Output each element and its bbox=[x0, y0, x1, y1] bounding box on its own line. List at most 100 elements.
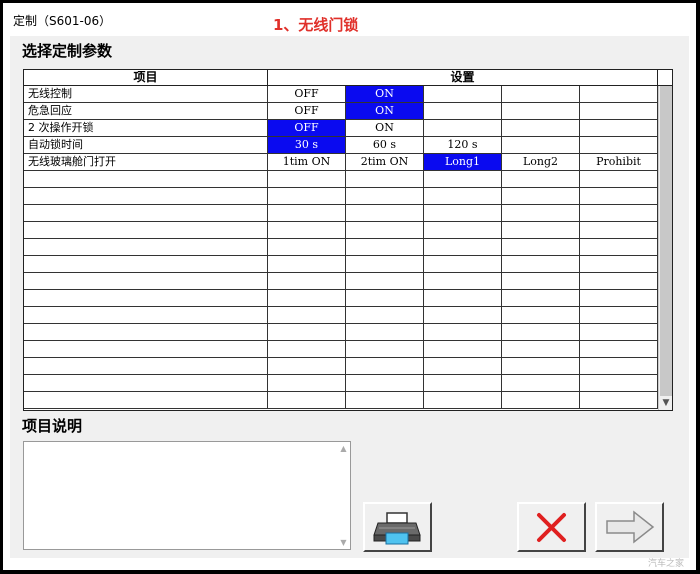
item-name-cell bbox=[24, 307, 268, 323]
option-cell bbox=[580, 222, 658, 238]
option-cell bbox=[268, 324, 346, 340]
print-button[interactable] bbox=[363, 502, 432, 552]
option-cell bbox=[346, 392, 424, 408]
table-row bbox=[24, 358, 658, 375]
dialog-body: 选择定制参数 项目 设置 无线控制 OFF ON 危急回应 OFF ON 2 次操作开锁 OF… bbox=[10, 36, 689, 558]
option-cell bbox=[424, 222, 502, 238]
option-cell bbox=[424, 256, 502, 272]
item-name-cell bbox=[24, 358, 268, 374]
header-corner bbox=[658, 70, 672, 86]
description-scrollbar[interactable]: ▲ ▼ bbox=[337, 442, 350, 549]
table-row: 危急回应 OFF ON bbox=[24, 103, 658, 120]
option-cell bbox=[580, 137, 658, 153]
scrollbar-thumb[interactable] bbox=[660, 86, 672, 396]
option-cell bbox=[502, 120, 580, 136]
option-cell bbox=[424, 120, 502, 136]
option-cell[interactable]: 60 s bbox=[346, 137, 424, 153]
option-cell[interactable]: 2tim ON bbox=[346, 154, 424, 170]
option-cell bbox=[580, 103, 658, 119]
option-cell bbox=[424, 341, 502, 357]
option-cell bbox=[424, 86, 502, 102]
item-name-cell bbox=[24, 290, 268, 306]
option-cell[interactable]: ON bbox=[346, 120, 424, 136]
table-row: 2 次操作开锁 OFF ON bbox=[24, 120, 658, 137]
option-cell[interactable]: 1tim ON bbox=[268, 154, 346, 170]
option-cell bbox=[580, 307, 658, 323]
option-cell bbox=[424, 188, 502, 204]
option-cell bbox=[580, 392, 658, 408]
option-cell bbox=[502, 86, 580, 102]
column-header-item: 项目 bbox=[24, 70, 268, 86]
option-cell bbox=[424, 392, 502, 408]
option-cell bbox=[502, 307, 580, 323]
option-cell bbox=[580, 375, 658, 391]
title-bar: 定制（S601-06） 1、无线门锁 bbox=[3, 3, 696, 36]
option-cell bbox=[346, 341, 424, 357]
option-cell[interactable]: OFF bbox=[268, 86, 346, 102]
vertical-scrollbar[interactable]: ▼ bbox=[658, 86, 672, 410]
option-cell bbox=[424, 324, 502, 340]
scroll-down-arrow-icon[interactable]: ▼ bbox=[337, 538, 350, 547]
item-name-cell bbox=[24, 171, 268, 187]
option-cell bbox=[580, 273, 658, 289]
option-cell[interactable]: Long1 bbox=[424, 154, 502, 170]
table-row bbox=[24, 392, 658, 409]
item-description-label: 项目说明 bbox=[22, 417, 83, 435]
option-cell bbox=[502, 171, 580, 187]
option-cell bbox=[268, 188, 346, 204]
option-cell bbox=[346, 290, 424, 306]
item-name-cell: 危急回应 bbox=[24, 103, 268, 119]
option-cell bbox=[346, 324, 424, 340]
option-cell bbox=[268, 392, 346, 408]
right-arrow-icon bbox=[606, 510, 655, 544]
item-name-cell: 无线玻璃舱门打开 bbox=[24, 154, 268, 170]
option-cell bbox=[580, 86, 658, 102]
option-cell bbox=[424, 307, 502, 323]
option-cell[interactable]: OFF bbox=[268, 120, 346, 136]
option-cell bbox=[346, 171, 424, 187]
option-cell bbox=[268, 171, 346, 187]
column-header-setting: 设置 bbox=[268, 70, 658, 86]
option-cell bbox=[502, 103, 580, 119]
annotation-label: 1、无线门锁 bbox=[273, 16, 359, 34]
table-row bbox=[24, 256, 658, 273]
table-row bbox=[24, 205, 658, 222]
table-row bbox=[24, 324, 658, 341]
description-textbox[interactable]: ▲ ▼ bbox=[23, 441, 351, 550]
option-cell bbox=[580, 188, 658, 204]
table-row bbox=[24, 290, 658, 307]
option-cell bbox=[346, 307, 424, 323]
window-title: 定制（S601-06） bbox=[13, 14, 112, 28]
option-cell[interactable]: 30 s bbox=[268, 137, 346, 153]
option-cell bbox=[502, 324, 580, 340]
option-cell bbox=[580, 324, 658, 340]
option-cell bbox=[268, 239, 346, 255]
item-name-cell bbox=[24, 341, 268, 357]
scroll-down-arrow-icon[interactable]: ▼ bbox=[660, 397, 672, 410]
option-cell bbox=[502, 392, 580, 408]
scroll-up-arrow-icon[interactable]: ▲ bbox=[337, 444, 350, 453]
table-row bbox=[24, 375, 658, 392]
option-cell bbox=[424, 205, 502, 221]
option-cell[interactable]: Prohibit bbox=[580, 154, 658, 170]
option-cell[interactable]: 120 s bbox=[424, 137, 502, 153]
option-cell bbox=[580, 341, 658, 357]
option-cell[interactable]: OFF bbox=[268, 103, 346, 119]
table-row bbox=[24, 188, 658, 205]
option-cell bbox=[346, 375, 424, 391]
option-cell[interactable]: Long2 bbox=[502, 154, 580, 170]
item-name-cell: 2 次操作开锁 bbox=[24, 120, 268, 136]
cancel-button[interactable] bbox=[517, 502, 586, 552]
table-row bbox=[24, 341, 658, 358]
item-name-cell bbox=[24, 239, 268, 255]
option-cell bbox=[502, 290, 580, 306]
next-button[interactable] bbox=[595, 502, 664, 552]
option-cell bbox=[346, 205, 424, 221]
table-row bbox=[24, 222, 658, 239]
option-cell bbox=[502, 188, 580, 204]
option-cell bbox=[424, 103, 502, 119]
customize-window: 定制（S601-06） 1、无线门锁 选择定制参数 项目 设置 无线控制 OFF O… bbox=[3, 3, 696, 570]
option-cell[interactable]: ON bbox=[346, 103, 424, 119]
option-cell[interactable]: ON bbox=[346, 86, 424, 102]
option-cell bbox=[424, 358, 502, 374]
